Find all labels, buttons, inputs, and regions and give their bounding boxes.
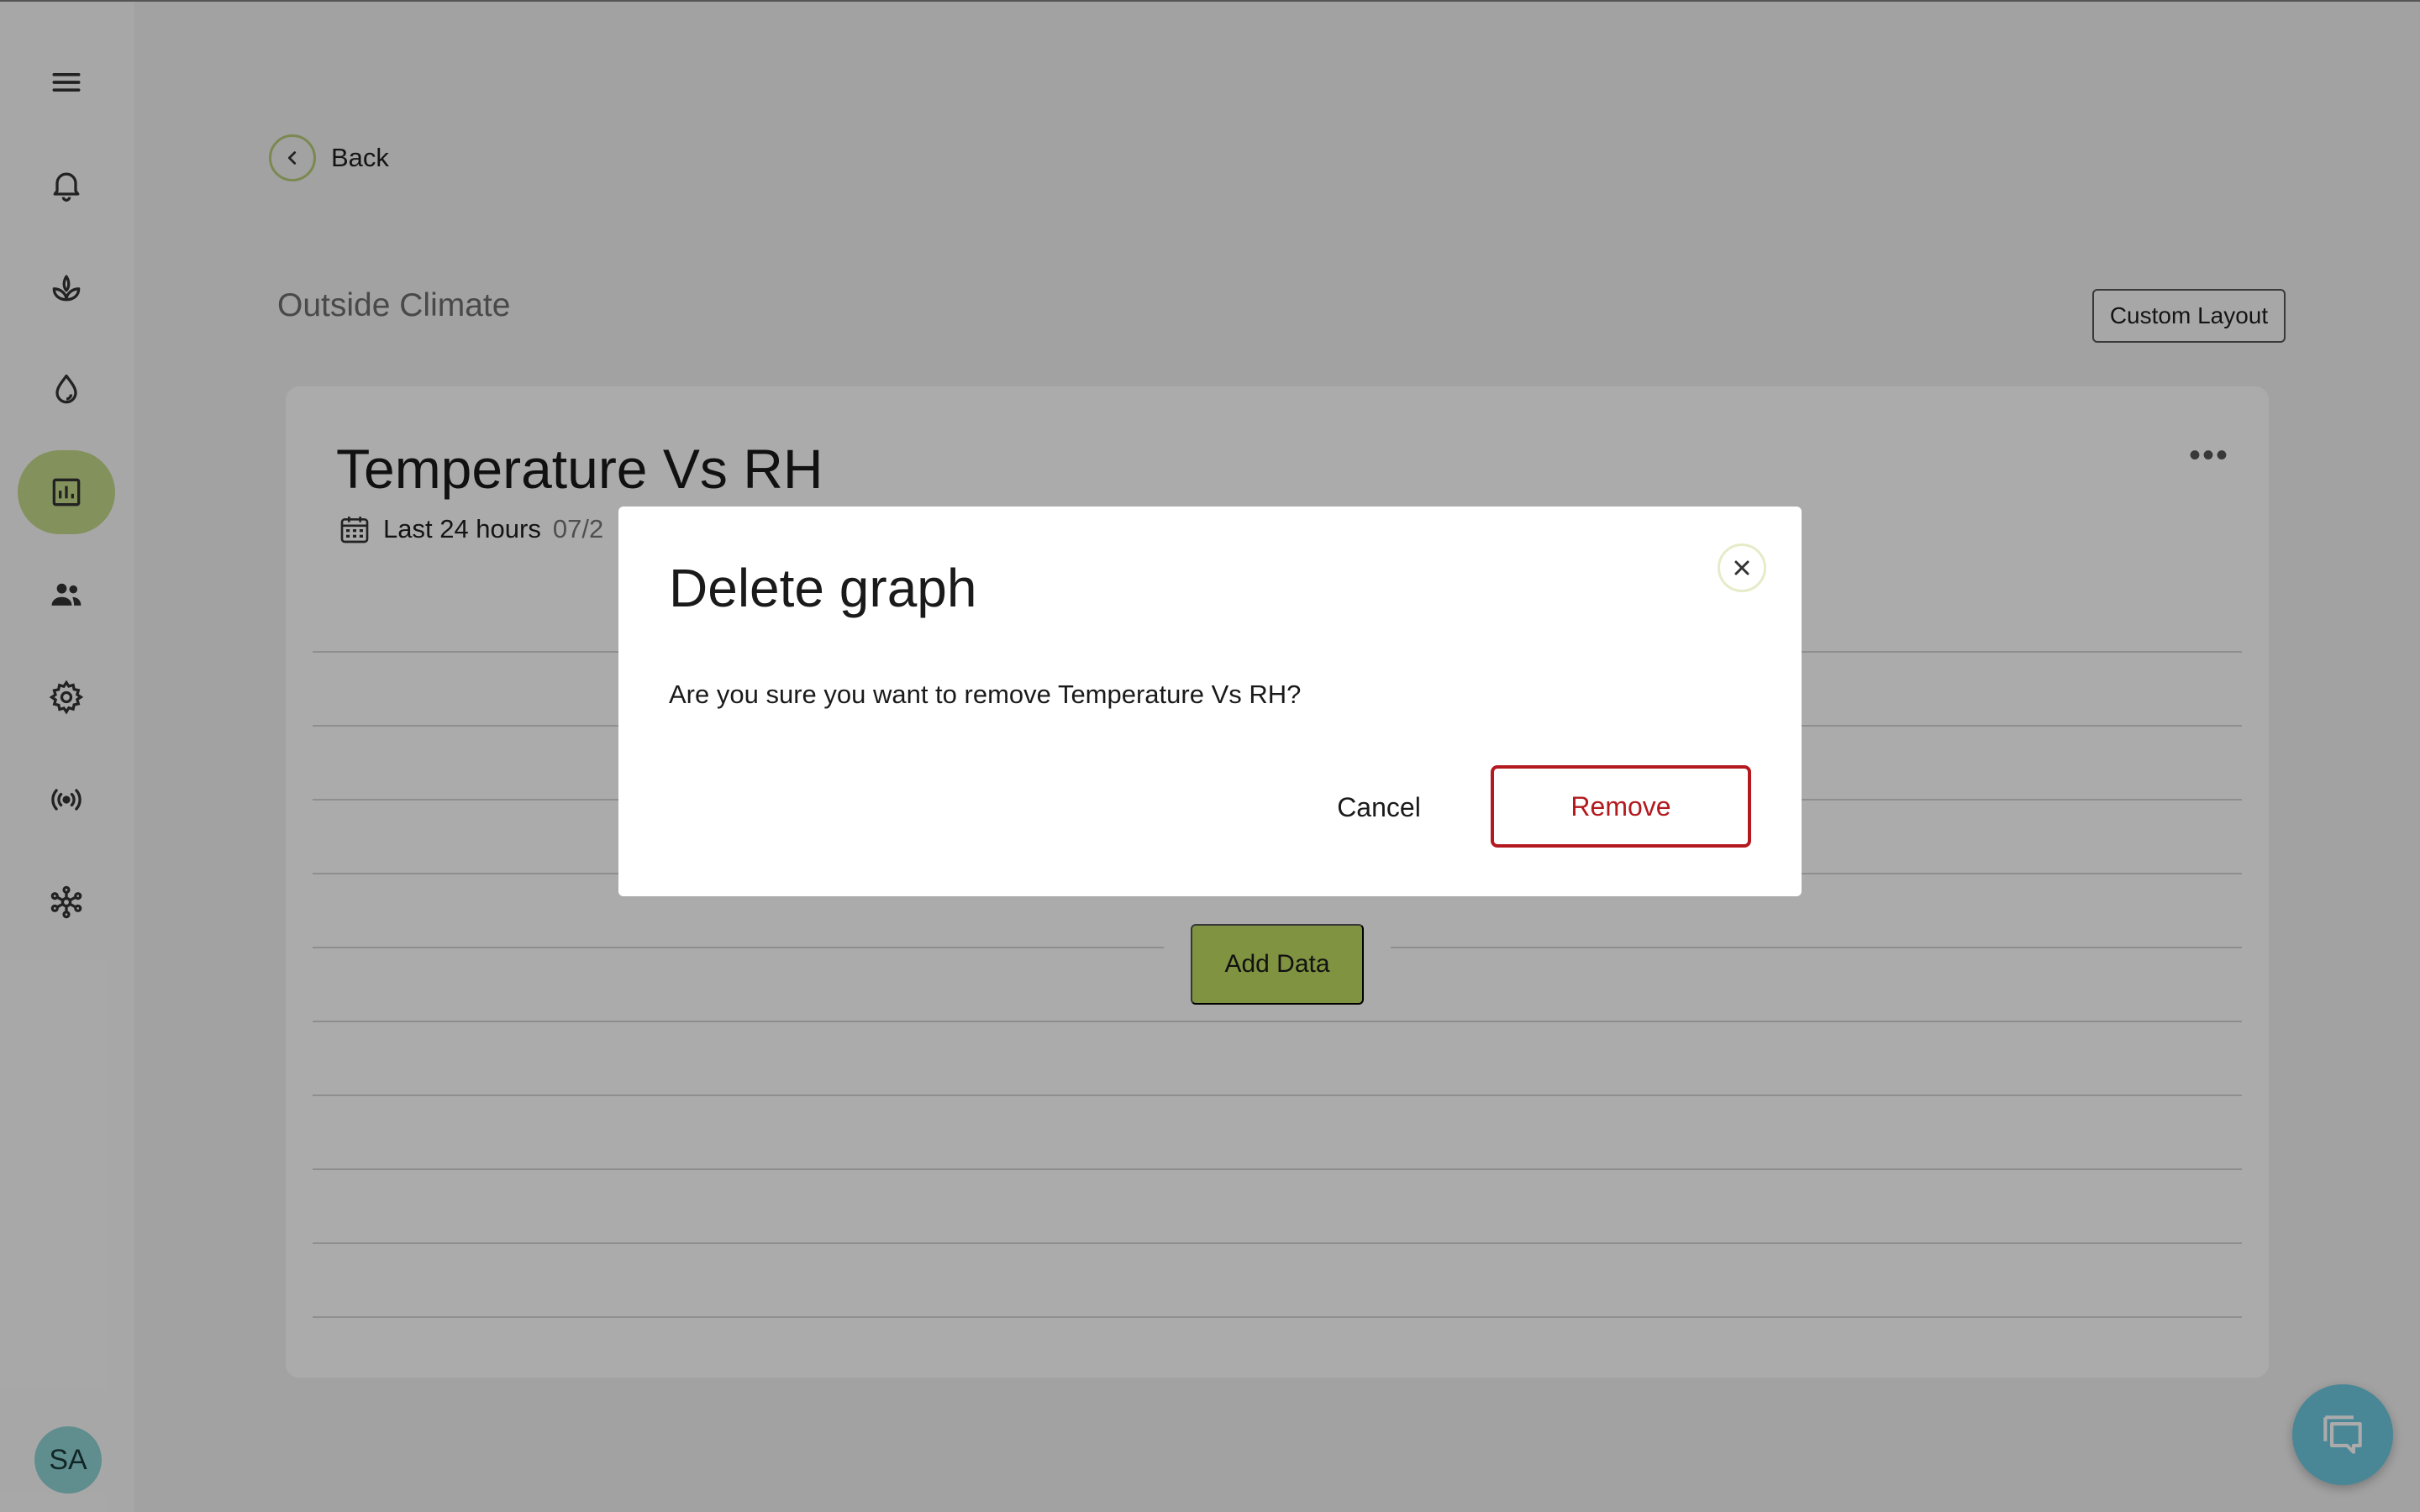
dialog-title: Delete graph: [669, 558, 977, 618]
close-button[interactable]: [1718, 543, 1766, 592]
top-border: [0, 0, 2420, 2]
dialog-message: Are you sure you want to remove Temperat…: [669, 680, 1302, 709]
delete-graph-dialog: Delete graph Are you sure you want to re…: [618, 507, 1802, 896]
close-icon: [1734, 560, 1749, 575]
remove-button[interactable]: Remove: [1491, 765, 1751, 848]
cancel-button[interactable]: Cancel: [1291, 767, 1467, 848]
